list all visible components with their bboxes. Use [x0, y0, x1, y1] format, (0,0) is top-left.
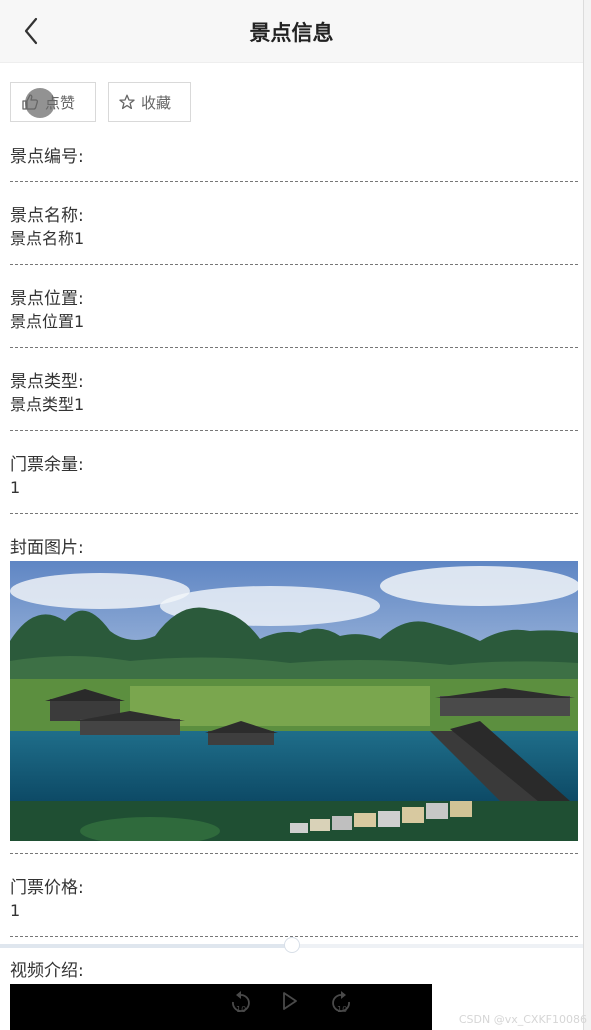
- field-ticket-price: 门票价格: 1: [10, 876, 578, 922]
- field-video-intro: 视频介绍:: [10, 959, 578, 983]
- right-edge-strip: [583, 0, 591, 1030]
- field-spot-type: 景点类型: 景点类型1: [10, 370, 578, 416]
- star-outline-icon: [119, 94, 135, 110]
- field-value: 景点位置1: [10, 312, 85, 331]
- divider: [10, 853, 578, 854]
- field-spot-id: 景点编号:: [10, 145, 578, 169]
- app-frame: 景点信息 点赞 收藏 景点编号: 景点名称: 景点名称1 景点位置: 景点位置1…: [0, 0, 583, 1030]
- field-ticket-stock: 门票余量: 1: [10, 453, 578, 499]
- field-label: 景点类型:: [10, 372, 84, 392]
- field-label: 视频介绍:: [10, 961, 84, 981]
- field-label: 景点名称:: [10, 206, 84, 226]
- rewind-10-icon: 10: [232, 991, 250, 1014]
- field-value: 景点类型1: [10, 395, 85, 414]
- progress-fill: [0, 944, 292, 948]
- rewind-10-button[interactable]: 10: [228, 990, 254, 1018]
- field-spot-location: 景点位置: 景点位置1: [10, 287, 578, 333]
- cover-image: [10, 561, 578, 841]
- play-icon: [283, 992, 297, 1010]
- favorite-label: 收藏: [141, 93, 172, 112]
- forward-label: 10: [337, 1005, 347, 1014]
- divider: [10, 181, 578, 182]
- field-value: 1: [10, 901, 21, 920]
- field-label: 景点位置:: [10, 289, 84, 309]
- field-value: 景点名称1: [10, 229, 85, 248]
- action-buttons: 点赞 收藏: [10, 82, 191, 122]
- top-bar: 景点信息: [0, 0, 583, 63]
- page-title: 景点信息: [249, 21, 334, 45]
- like-label: 点赞: [45, 93, 76, 112]
- field-label: 门票价格:: [10, 878, 84, 898]
- field-label: 门票余量:: [10, 455, 84, 475]
- field-value: 1: [10, 478, 21, 497]
- thumbs-up-icon: [21, 93, 39, 111]
- field-label: 景点编号:: [10, 147, 84, 167]
- favorite-button[interactable]: 收藏: [108, 82, 191, 122]
- scroll-progress-bar[interactable]: [0, 937, 583, 953]
- cover-landscape-image: [10, 561, 578, 841]
- divider: [10, 264, 578, 265]
- field-cover-image: 封面图片:: [10, 536, 578, 560]
- forward-10-icon: 10: [332, 991, 350, 1014]
- divider: [10, 430, 578, 431]
- like-button[interactable]: 点赞: [10, 82, 96, 122]
- divider: [10, 513, 578, 514]
- divider: [10, 347, 578, 348]
- video-player[interactable]: 10 10: [10, 984, 432, 1030]
- progress-knob[interactable]: [283, 937, 300, 953]
- field-spot-name: 景点名称: 景点名称1: [10, 204, 578, 250]
- watermark: CSDN @vx_CXKF10086: [458, 1013, 587, 1026]
- rewind-label: 10: [236, 1005, 246, 1014]
- play-button[interactable]: [282, 992, 298, 1010]
- field-label: 封面图片:: [10, 538, 84, 558]
- forward-10-button[interactable]: 10: [328, 990, 354, 1018]
